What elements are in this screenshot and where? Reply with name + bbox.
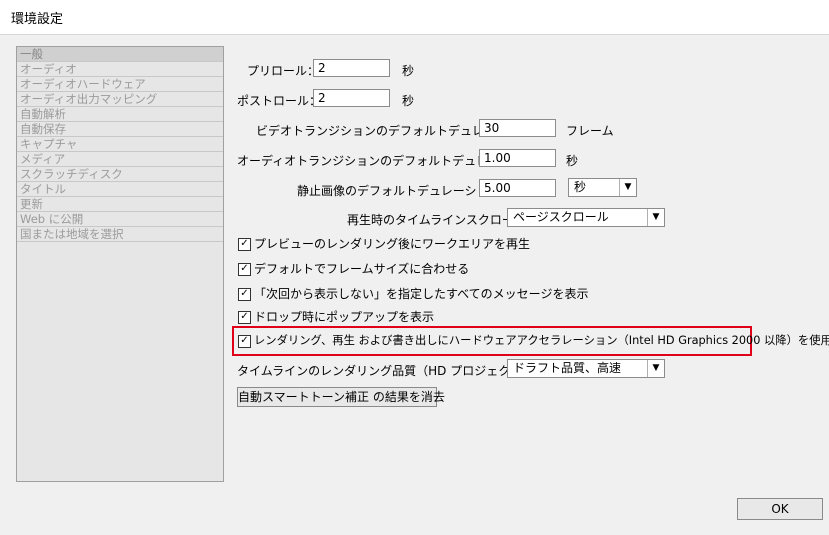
chevron-down-icon: ▼	[619, 179, 636, 196]
checkbox-checked-icon[interactable]: ✓	[238, 311, 251, 324]
checkbox-checked-icon[interactable]: ✓	[238, 263, 251, 276]
checkbox-label: デフォルトでフレームサイズに合わせる	[254, 262, 470, 276]
title-bar: 環境設定	[0, 0, 829, 35]
checkbox-show-all-messages[interactable]: ✓ 「次回から表示しない」を指定したすべてのメッセージを表示	[238, 287, 588, 303]
sidebar-item-capture[interactable]: キャプチャ	[17, 137, 223, 152]
render-quality-value: ドラフト品質、高速	[513, 361, 622, 375]
sidebar-item-general[interactable]: 一般	[17, 47, 223, 62]
sidebar-item-media[interactable]: メディア	[17, 152, 223, 167]
sidebar-item-auto-analyze[interactable]: 自動解析	[17, 107, 223, 122]
checkbox-hardware-acceleration[interactable]: ✓ レンダリング、再生 および書き出しにハードウェアアクセラレーション（Intel…	[238, 334, 829, 350]
checkbox-play-work-area[interactable]: ✓ プレビューのレンダリング後にワークエリアを再生	[238, 237, 530, 253]
window-title: 環境設定	[11, 12, 64, 27]
checkbox-label: レンダリング、再生 および書き出しにハードウェアアクセラレーション（Intel …	[254, 334, 829, 347]
timeline-scroll-dropdown[interactable]: ページスクロール ▼	[507, 208, 665, 227]
sidebar-item-web-publish[interactable]: Web に公開	[17, 212, 223, 227]
sidebar-item-region[interactable]: 国または地域を選択	[17, 227, 223, 242]
sidebar-item-scratch-disk[interactable]: スクラッチディスク	[17, 167, 223, 182]
preroll-label: プリロール：	[247, 64, 320, 78]
sidebar-item-audio-output-mapping[interactable]: オーディオ出力マッピング	[17, 92, 223, 107]
sidebar-item-update[interactable]: 更新	[17, 197, 223, 212]
still-image-unit-dropdown[interactable]: 秒 ▼	[568, 178, 637, 197]
audio-transition-unit: 秒	[566, 154, 579, 168]
preroll-unit: 秒	[402, 64, 415, 78]
still-image-unit-value: 秒	[574, 180, 587, 194]
timeline-scroll-value: ページスクロール	[513, 210, 609, 224]
sidebar-item-audio-hardware[interactable]: オーディオハードウェア	[17, 77, 223, 92]
postroll-label: ポストロール：	[237, 94, 322, 108]
still-image-input[interactable]: 5.00	[479, 179, 556, 197]
chevron-down-icon: ▼	[647, 360, 664, 377]
preroll-input[interactable]: 2	[313, 59, 390, 77]
render-quality-dropdown[interactable]: ドラフト品質、高速 ▼	[507, 359, 665, 378]
sidebar-item-auto-save[interactable]: 自動保存	[17, 122, 223, 137]
video-transition-input[interactable]: 30	[479, 119, 556, 137]
chevron-down-icon: ▼	[647, 209, 664, 226]
clear-smart-tone-button[interactable]: 自動スマートトーン補正 の結果を消去	[237, 387, 445, 407]
ok-button[interactable]: OK	[737, 498, 823, 520]
checkbox-popup-on-drop[interactable]: ✓ ドロップ時にポップアップを表示	[238, 310, 434, 326]
sidebar-item-audio[interactable]: オーディオ	[17, 62, 223, 77]
audio-transition-input[interactable]: 1.00	[479, 149, 556, 167]
postroll-unit: 秒	[402, 94, 415, 108]
checkbox-label: 「次回から表示しない」を指定したすべてのメッセージを表示	[254, 287, 589, 301]
video-transition-unit: フレーム	[566, 124, 614, 138]
checkbox-label: プレビューのレンダリング後にワークエリアを再生	[254, 237, 531, 251]
checkbox-checked-icon[interactable]: ✓	[238, 288, 251, 301]
checkbox-fit-frame-size[interactable]: ✓ デフォルトでフレームサイズに合わせる	[238, 262, 469, 278]
sidebar-item-title[interactable]: タイトル	[17, 182, 223, 197]
checkbox-checked-icon[interactable]: ✓	[238, 335, 251, 348]
checkbox-checked-icon[interactable]: ✓	[238, 238, 251, 251]
checkbox-label: ドロップ時にポップアップを表示	[254, 310, 435, 324]
postroll-input[interactable]: 2	[313, 89, 390, 107]
category-list[interactable]: 一般 オーディオ オーディオハードウェア オーディオ出力マッピング 自動解析 自…	[16, 46, 224, 482]
